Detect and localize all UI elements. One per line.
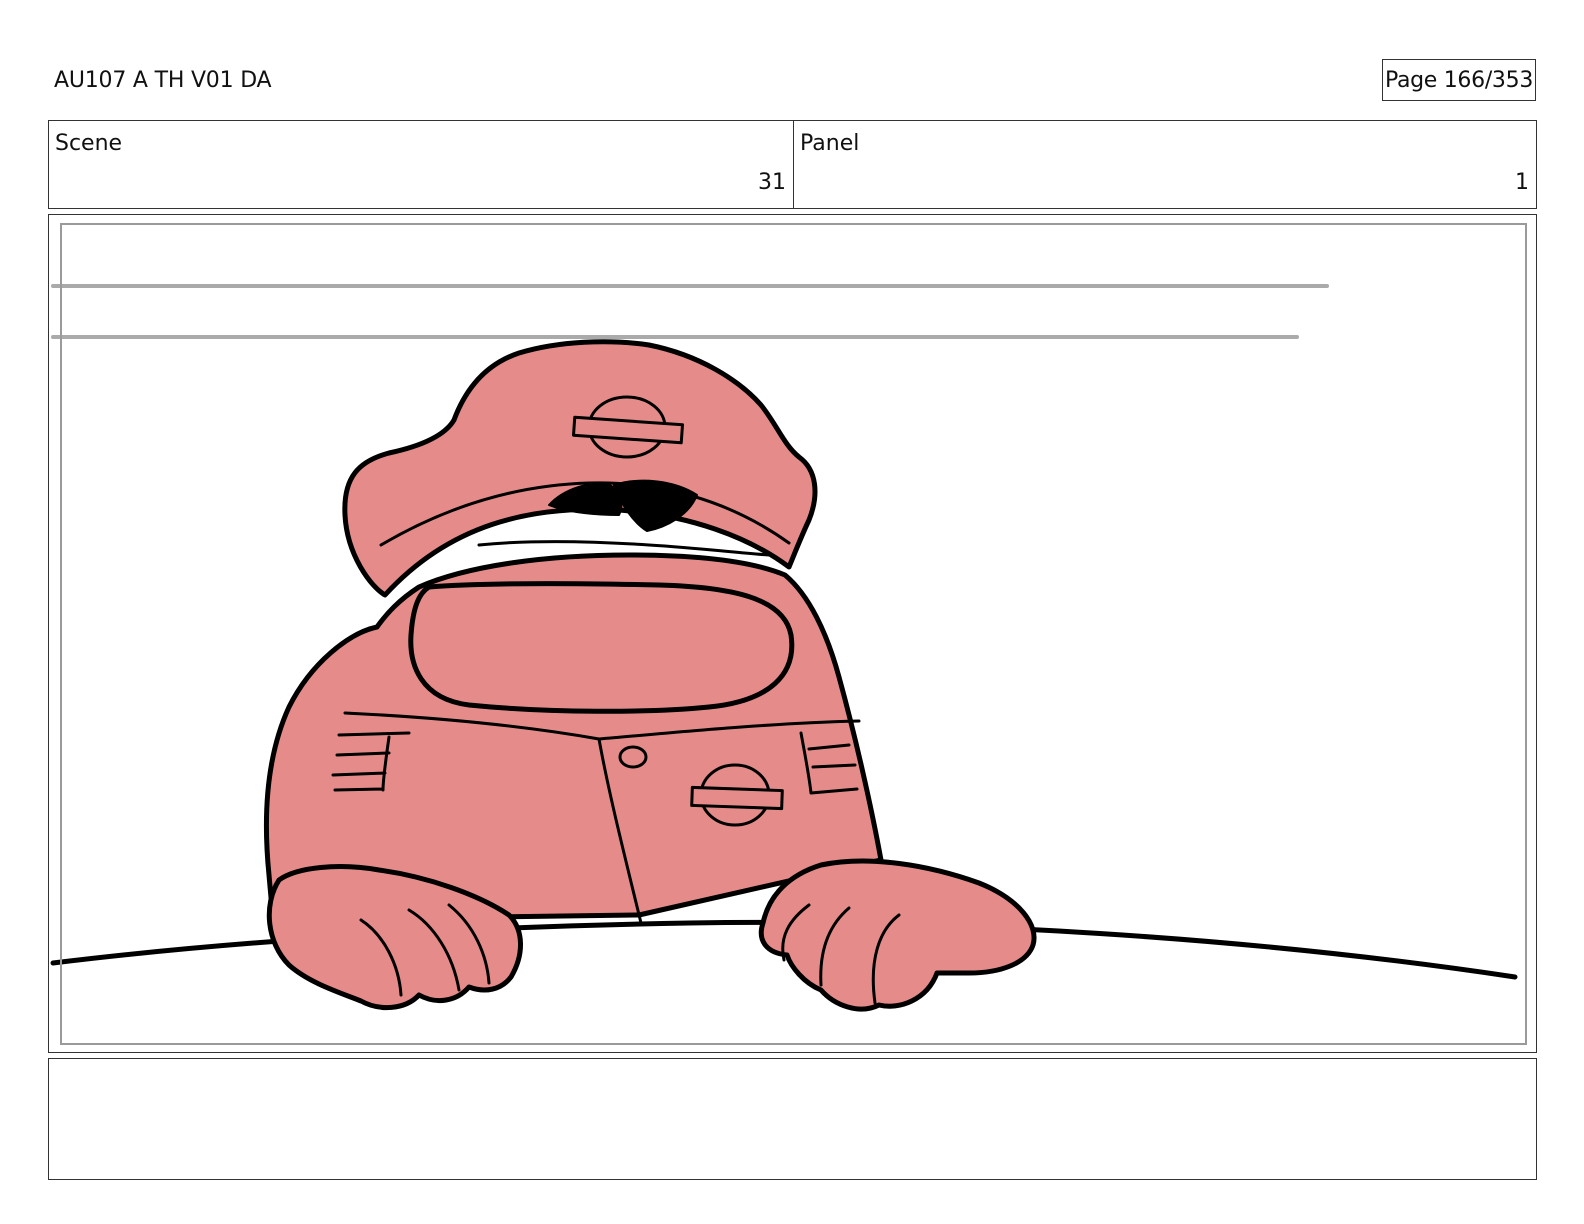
page-indicator: Page 166/353 (1382, 59, 1536, 101)
panel-number: 1 (1515, 170, 1529, 195)
panel-cell: Panel 1 (794, 121, 1536, 208)
storyboard-frame (48, 214, 1537, 1053)
panel-label: Panel (800, 131, 860, 156)
document-title: AU107 A TH V01 DA (54, 68, 272, 93)
character-figure (263, 339, 884, 925)
page-indicator-text: Page 166/353 (1384, 67, 1534, 93)
goggle-right (613, 479, 698, 532)
speed-lines (51, 284, 1329, 339)
chest-emblem-bar (690, 785, 784, 811)
storyboard-drawing (50, 284, 1518, 1012)
right-hand (758, 858, 1037, 1012)
scene-label: Scene (55, 131, 123, 156)
scene-number: 31 (758, 170, 786, 195)
visor-window (408, 581, 795, 714)
panel-notes-box (48, 1058, 1537, 1180)
chest-button (618, 745, 648, 769)
scene-panel-info-row: Scene 31 Panel 1 (48, 120, 1537, 209)
scene-cell: Scene 31 (49, 121, 794, 208)
